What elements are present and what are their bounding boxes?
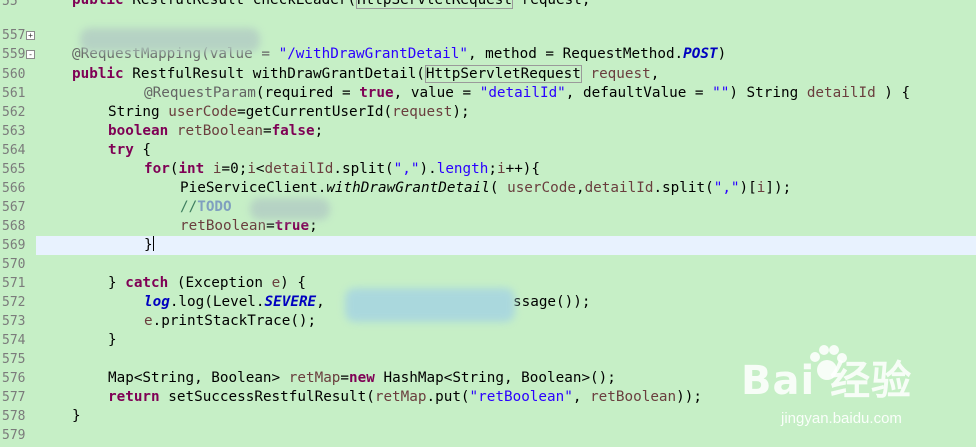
- code-line[interactable]: log.log(Level.SEVERE,: [144, 293, 325, 312]
- code-line[interactable]: e.printStackTrace();: [144, 312, 316, 331]
- code-line[interactable]: Map<String, Boolean> retMap=new HashMap<…: [108, 369, 616, 388]
- code-line-tail[interactable]: ssage());: [513, 293, 590, 312]
- code-line[interactable]: boolean retBoolean=false;: [108, 122, 323, 141]
- redaction-blur: [80, 28, 260, 52]
- watermark-url: jingyan.baidu.com: [781, 410, 902, 427]
- line-number: 571: [2, 276, 26, 291]
- line-number: 574: [2, 333, 26, 348]
- expand-fold-icon[interactable]: +: [26, 31, 35, 40]
- line-number: 567: [2, 200, 26, 215]
- line-number: 576: [2, 371, 26, 386]
- line-number: 563: [2, 124, 26, 139]
- line-number: 575: [2, 352, 26, 367]
- code-line[interactable]: for(int i=0;i<detailId.split(",").length…: [144, 160, 540, 179]
- line-number: 572: [2, 295, 26, 310]
- paw-icon: [810, 345, 847, 380]
- line-number: 573: [2, 314, 26, 329]
- line-number: 561: [2, 86, 26, 101]
- line-number: 565: [2, 162, 26, 177]
- line-number: 562: [2, 105, 26, 120]
- line-number: 560: [2, 67, 26, 82]
- code-line[interactable]: } catch (Exception e) {: [108, 274, 306, 293]
- code-line[interactable]: public RestfulResult withDrawGrantDetail…: [72, 65, 659, 84]
- code-editor[interactable]: 55 557 + 559 - 560 561 562 563 564 565 5…: [0, 0, 976, 447]
- code-line[interactable]: public RestfulResult checkLeader(HttpSer…: [72, 0, 590, 10]
- code-line[interactable]: @RequestParam(required = true, value = "…: [144, 84, 910, 103]
- line-number: 579: [2, 428, 26, 443]
- line-number: 55: [2, 0, 18, 9]
- baidu-watermark: Bai 经验 jingyan.baidu.com: [741, 345, 946, 438]
- line-number: 564: [2, 143, 26, 158]
- line-number: 568: [2, 219, 26, 234]
- code-line[interactable]: PieServiceClient.withDrawGrantDetail( us…: [180, 179, 791, 198]
- line-number: 578: [2, 409, 26, 424]
- code-line[interactable]: return setSuccessRestfulResult(retMap.pu…: [108, 388, 702, 407]
- code-line[interactable]: String userCode=getCurrentUserId(request…: [108, 103, 470, 122]
- line-number: 570: [2, 257, 26, 272]
- collapse-fold-icon[interactable]: -: [26, 50, 35, 59]
- code-line[interactable]: }: [108, 331, 117, 350]
- current-code-line[interactable]: }: [36, 236, 976, 255]
- text-caret: [152, 236, 154, 251]
- line-number: 557: [2, 28, 26, 43]
- code-line[interactable]: //TODO: [180, 198, 232, 217]
- redaction-blur: [250, 198, 330, 220]
- code-line[interactable]: try {: [108, 141, 151, 160]
- line-number: 569: [2, 238, 26, 253]
- line-number: 559: [2, 47, 26, 62]
- line-number: 566: [2, 181, 26, 196]
- line-number-gutter: 55 557 + 559 - 560 561 562 563 564 565 5…: [0, 0, 36, 447]
- code-line[interactable]: }: [72, 407, 81, 426]
- redaction-blur: [345, 288, 515, 322]
- line-number: 577: [2, 390, 26, 405]
